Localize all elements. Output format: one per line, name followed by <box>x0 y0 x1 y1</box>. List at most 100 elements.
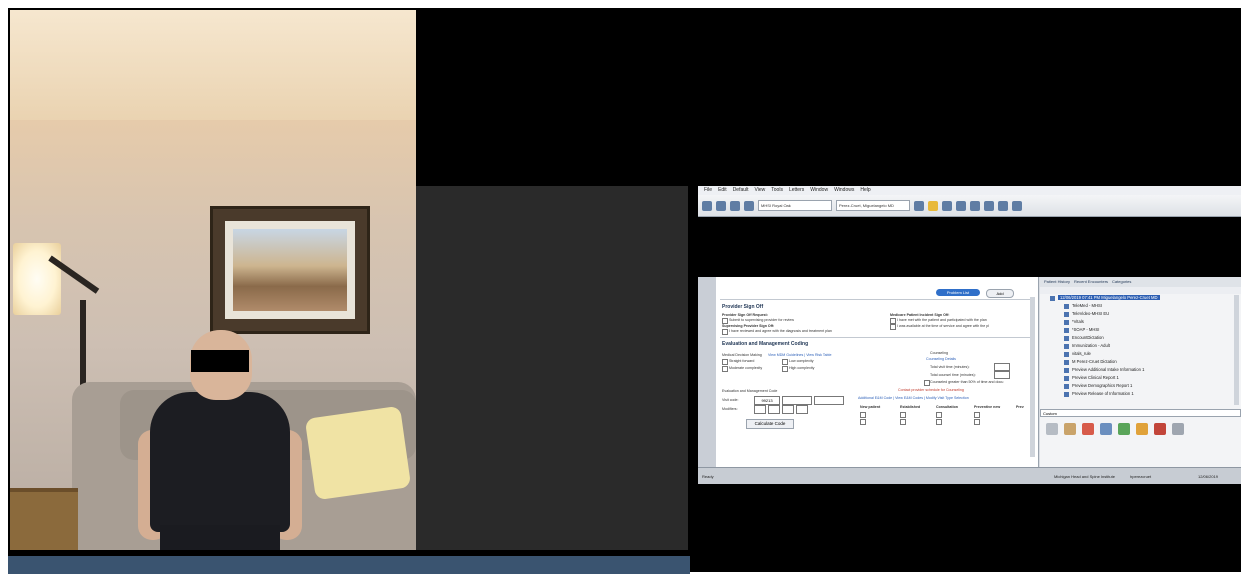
menu-edit[interactable]: Edit <box>718 186 727 195</box>
menu-file[interactable]: File <box>704 186 712 195</box>
mdm-high-radio[interactable] <box>782 366 788 372</box>
tree-item[interactable]: M Perez-Cruet Dictation <box>1072 359 1117 364</box>
tree-item[interactable]: Immunization - Adult <box>1072 343 1110 348</box>
mdm-option-label: Straight forward <box>729 359 755 363</box>
status-practice: Michigan Head and Spine Institute <box>1054 474 1115 479</box>
code-radio[interactable] <box>900 412 906 418</box>
lab-icon[interactable] <box>984 200 994 211</box>
total-visit-time-input[interactable] <box>994 363 1010 371</box>
edit-icon[interactable] <box>730 200 740 211</box>
tree-item[interactable]: TeleVideo-MHSI EU <box>1072 311 1109 316</box>
close-icon[interactable] <box>744 200 754 211</box>
tree-item[interactable]: EncountDictation <box>1072 335 1104 340</box>
tree-item[interactable]: *Vitals <box>1072 319 1084 324</box>
screen-share-gap <box>698 217 1241 277</box>
visit-code-extra-input[interactable] <box>814 396 844 405</box>
code-radio[interactable] <box>900 419 906 425</box>
user-icon[interactable] <box>942 200 952 211</box>
problem-list-button[interactable]: Problem List <box>936 289 980 296</box>
folder-icon[interactable] <box>1064 423 1076 435</box>
encounter-tree: 12/06/2019 07:41 PM Miguelangelo Perez-C… <box>1044 295 1234 405</box>
rx-icon[interactable] <box>970 200 980 211</box>
code-radio[interactable] <box>860 419 866 425</box>
code-radio[interactable] <box>974 412 980 418</box>
tree-item[interactable]: Preview Clinical Report 1 <box>1072 375 1119 380</box>
painting-art <box>233 229 347 311</box>
document-icon[interactable] <box>1046 423 1058 435</box>
ceiling <box>10 10 416 120</box>
available-checkbox[interactable] <box>890 324 896 330</box>
schedule-icon[interactable] <box>1012 200 1022 211</box>
total-visit-time-label: Total visit time (minutes): <box>930 365 970 369</box>
chart-icon[interactable] <box>928 200 938 211</box>
mdm-low-radio[interactable] <box>782 359 788 365</box>
status-bar: Ready Michigan Head and Spine Institute … <box>698 467 1241 484</box>
document-icon <box>1064 344 1069 349</box>
form-scrollbar[interactable] <box>1030 297 1035 457</box>
menu-windows[interactable]: Windows <box>834 186 854 195</box>
lab-icon[interactable] <box>1082 423 1094 435</box>
modifier-input[interactable] <box>782 405 794 414</box>
custom-select[interactable]: Custom <box>1040 409 1241 417</box>
tree-scrollbar[interactable] <box>1234 295 1239 405</box>
em-code-links[interactable]: Additional E&M Code | View E&M Codes | M… <box>858 396 969 400</box>
modifier-input[interactable] <box>796 405 808 414</box>
print-icon[interactable] <box>914 200 924 211</box>
mdm-straightforward-radio[interactable] <box>722 359 728 365</box>
menu-help[interactable]: Help <box>860 186 870 195</box>
visit-code-input[interactable]: 99213 <box>754 396 780 405</box>
code-radio[interactable] <box>974 419 980 425</box>
patient-video <box>10 10 416 550</box>
total-counsel-time-input[interactable] <box>994 371 1010 379</box>
encounter-form: Problem List Add Provider Sign Off Provi… <box>698 277 1039 467</box>
document-icon <box>1064 368 1069 373</box>
document-icon <box>1064 376 1069 381</box>
visit-code-desc-input[interactable] <box>782 396 812 405</box>
medicare-signoff-label: Medicare Patient Incident Sign Off: <box>890 313 950 317</box>
code-radio[interactable] <box>936 412 942 418</box>
add-button[interactable]: Add <box>986 289 1014 298</box>
print-icon[interactable] <box>1172 423 1184 435</box>
tree-item[interactable]: vitals_rule <box>1072 351 1091 356</box>
mdm-guideline-links[interactable]: View MDM Guidelines | View Risk Table <box>768 353 831 357</box>
calculate-code-button[interactable]: Calculate Code <box>746 419 794 429</box>
tree-item[interactable]: Preview Release of Information 1 <box>1072 391 1134 396</box>
tab-recent-encounters[interactable]: Recent Encounters <box>1074 277 1108 287</box>
save-icon[interactable] <box>716 200 726 211</box>
tab-categories[interactable]: Categories <box>1112 277 1131 287</box>
task-icon[interactable] <box>998 200 1008 211</box>
document-icon <box>1064 360 1069 365</box>
menu-view[interactable]: View <box>755 186 766 195</box>
message-icon[interactable] <box>956 200 966 211</box>
tree-item[interactable]: TeleMed - MHSI <box>1072 303 1102 308</box>
modifier-input[interactable] <box>754 405 766 414</box>
counseling-details-link[interactable]: Counseling Details <box>926 357 956 361</box>
tab-patient-history[interactable]: Patient History <box>1044 277 1070 287</box>
note-icon[interactable] <box>1136 423 1148 435</box>
tree-item[interactable]: Preview Additional Intake Information 1 <box>1072 367 1144 372</box>
tree-item[interactable]: Preview Demographics Report 1 <box>1072 383 1132 388</box>
menu-window[interactable]: Window <box>810 186 828 195</box>
provider-signoff-heading: Provider Sign Off <box>722 304 764 310</box>
code-radio[interactable] <box>936 419 942 425</box>
modifier-input[interactable] <box>768 405 780 414</box>
document-icon <box>1064 328 1069 333</box>
menu-default[interactable]: Default <box>733 186 749 195</box>
provider-select[interactable]: Perez-Cruet, Miguelangelo MD <box>836 200 910 211</box>
code-radio[interactable] <box>860 412 866 418</box>
vitals-icon[interactable] <box>1118 423 1130 435</box>
menu-tools[interactable]: Tools <box>771 186 783 195</box>
back-icon[interactable] <box>702 200 712 211</box>
wall-painting <box>210 206 370 334</box>
mdm-moderate-radio[interactable] <box>722 366 728 372</box>
submit-supervising-label: Submit to supervising provider for revie… <box>729 318 794 322</box>
tree-item[interactable]: *SOAP - MHSI <box>1072 327 1099 332</box>
tree-item[interactable]: 12/06/2019 07:41 PM Miguelangelo Perez-C… <box>1058 295 1160 300</box>
order-icon[interactable] <box>1100 423 1112 435</box>
divider <box>720 299 1030 300</box>
em-coding-heading: Evaluation and Management Coding <box>722 341 809 347</box>
reviewed-agree-checkbox[interactable] <box>722 329 728 335</box>
alert-icon[interactable] <box>1154 423 1166 435</box>
menu-letters[interactable]: Letters <box>789 186 804 195</box>
location-select[interactable]: MHSI Royal Oak <box>758 200 832 211</box>
